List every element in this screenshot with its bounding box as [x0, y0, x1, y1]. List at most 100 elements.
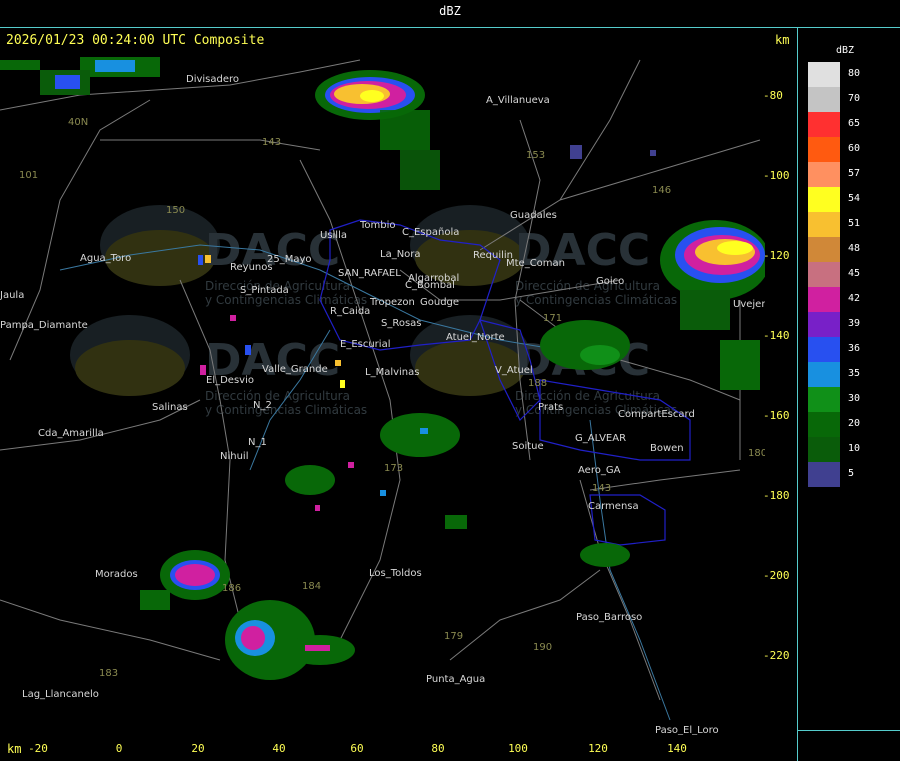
dacc-line1: Dirección de Agricultura — [205, 389, 350, 403]
place-label: R_Caida — [330, 306, 370, 317]
echo-cell — [175, 564, 215, 586]
echo-cell — [580, 543, 630, 567]
x-tick-label: 40 — [272, 742, 286, 755]
legend-swatch — [808, 362, 840, 387]
x-tick-label: 120 — [588, 742, 608, 755]
frame-top — [0, 27, 900, 28]
place-label: Jaula — [0, 290, 24, 301]
x-tick-label: 60 — [350, 742, 364, 755]
x-tick-label: 100 — [508, 742, 528, 755]
road — [0, 599, 221, 661]
echo-cell — [198, 255, 203, 265]
x-tick-label: 0 — [115, 742, 123, 755]
place-label: Morados — [95, 569, 138, 580]
route-label: 150 — [166, 205, 185, 216]
road — [559, 59, 641, 201]
y-tick-label: -160 — [763, 409, 790, 422]
place-label: Guadales — [510, 210, 557, 221]
y-tick-label: -100 — [763, 169, 790, 182]
legend-label: 30 — [848, 393, 861, 404]
legend-swatch — [808, 387, 840, 412]
place-label: Mte_Coman — [506, 258, 565, 269]
echo-cell — [340, 380, 345, 388]
legend-label: 10 — [848, 443, 861, 454]
echo-cell — [335, 360, 341, 366]
legend-label: 39 — [848, 318, 861, 329]
x-tick-label: 140 — [667, 742, 687, 755]
place-label: S_Pintada — [240, 285, 289, 296]
place-label: Paso_El_Loro — [655, 725, 719, 735]
place-label: Usilla — [320, 230, 347, 241]
legend-label: 35 — [848, 368, 861, 379]
y-tick-label: -120 — [763, 249, 790, 262]
legend-swatch — [808, 337, 840, 362]
legend-swatch — [808, 162, 840, 187]
echo-cell — [720, 340, 760, 390]
place-label: Cda_Amarilla — [38, 428, 104, 439]
echo-cell — [348, 462, 354, 468]
legend-label: 80 — [848, 68, 861, 79]
echo-cell — [140, 590, 170, 610]
place-label: Salinas — [152, 402, 188, 413]
echo-cell — [570, 145, 582, 159]
legend-label: 42 — [848, 293, 861, 304]
place-label: Atuel_Norte — [446, 332, 505, 343]
dacc-logo-shape — [75, 340, 185, 396]
place-label: A_Villanueva — [486, 95, 550, 106]
dacc-line2: y Contingencias Climáticas — [515, 293, 677, 307]
legend-label: 54 — [848, 193, 861, 204]
legend-label: 65 — [848, 118, 861, 129]
place-label: Carmensa — [588, 501, 639, 512]
route-label: 171 — [543, 313, 562, 324]
x-tick-label: 80 — [431, 742, 445, 755]
echo-cell — [315, 505, 320, 511]
legend-label: 57 — [848, 168, 861, 179]
timestamp-subtitle: 2026/01/23 00:24:00 UTC Composite — [6, 33, 265, 48]
legend-label: 51 — [848, 218, 861, 229]
place-label: G_ALVEAR — [575, 433, 626, 444]
echo-cell — [0, 60, 40, 70]
frame-bottom-legend — [797, 730, 900, 731]
legend-swatch — [808, 237, 840, 262]
place-label: Goico — [596, 276, 624, 287]
echo-cell — [650, 150, 656, 156]
legend-swatch — [808, 262, 840, 287]
place-label: Bowen — [650, 443, 684, 454]
place-label: La_Nora — [380, 249, 421, 260]
frame-divider — [797, 27, 798, 761]
legend-label: 70 — [848, 93, 861, 104]
place-label: Aero_GA — [578, 465, 621, 476]
place-label: Tombio — [359, 220, 396, 231]
place-label: Divisadero — [186, 74, 239, 85]
echo-cell — [241, 626, 265, 650]
route-label: 143 — [592, 483, 611, 494]
echo-cell — [200, 365, 206, 375]
y-tick-label: -220 — [763, 649, 790, 662]
y-tick-label: -80 — [763, 89, 783, 102]
place-label: N_1 — [248, 437, 267, 448]
radar-map-svg: DACC Dirección de Agricultura y Continge… — [0, 57, 765, 735]
echo-cell — [360, 90, 384, 102]
place-label: C_Española — [402, 227, 459, 238]
legend-label: 48 — [848, 243, 861, 254]
echo-cell — [445, 515, 467, 529]
route-label: 190 — [533, 642, 552, 653]
dacc-line1: Dirección de Agricultura — [515, 279, 660, 293]
echo-cell — [420, 428, 428, 434]
echo-cell — [400, 150, 440, 190]
route-label: 180 — [748, 448, 765, 459]
window-title: dBZ — [439, 4, 461, 18]
radar-map[interactable]: DACC Dirección de Agricultura y Continge… — [0, 55, 765, 735]
y-tick-label: -180 — [763, 489, 790, 502]
x-tick-label: -20 — [28, 742, 48, 755]
km-label-top: km — [775, 33, 790, 47]
dacc-line2: y Contingencias Climáticas — [205, 403, 367, 417]
place-label: Agua_Toro — [80, 253, 131, 264]
place-label: Los_Toldos — [369, 568, 422, 579]
legend-label: 5 — [848, 468, 855, 479]
echo-cell — [305, 645, 330, 651]
place-label: CompartEscard — [618, 409, 695, 420]
x-tick-label: 20 — [191, 742, 205, 755]
legend-swatch — [808, 112, 840, 137]
legend-label: 36 — [848, 343, 861, 354]
